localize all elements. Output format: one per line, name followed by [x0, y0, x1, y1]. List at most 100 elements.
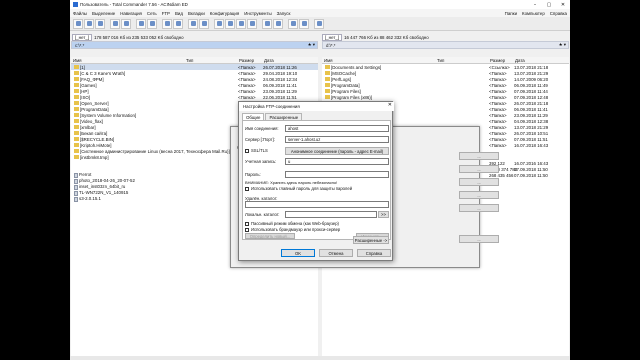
menu-item-right[interactable]: Компьютер — [522, 11, 545, 16]
local-dir-input[interactable] — [285, 211, 377, 218]
connect-side-button[interactable]: ... — [459, 235, 499, 243]
col-ext[interactable]: Тип — [435, 58, 488, 63]
ftp-connect-icon[interactable] — [236, 18, 246, 29]
folder-icon — [74, 89, 79, 94]
file-date: 26.07.2018 21:18 — [514, 100, 549, 106]
file-name: [FAQ_ФРМ] — [74, 77, 104, 82]
rename-icon[interactable] — [225, 18, 235, 29]
connect-side-button[interactable]: ... — [459, 191, 499, 199]
user-input[interactable]: u — [285, 158, 389, 165]
firewall-checkbox[interactable]: Использовать брандмауэр или прокси-серве… — [245, 227, 340, 232]
connect-side-button[interactable]: ... — [459, 178, 499, 186]
file-date: 13.07.2018 21:29 — [514, 124, 549, 130]
search-icon[interactable] — [214, 18, 224, 29]
file-size: <Папка> — [489, 112, 507, 118]
file-size: <Папка> — [489, 88, 507, 94]
menu-item[interactable]: Вкладки — [188, 11, 205, 16]
ftp-disconnect-icon[interactable] — [247, 18, 257, 29]
pack-icon[interactable] — [188, 18, 198, 29]
menu-item[interactable]: Навигация — [120, 11, 142, 16]
left-drive-select[interactable]: [_нет_] — [72, 33, 93, 41]
master-password-checkbox[interactable]: Использовать главный пароль для защиты п… — [245, 186, 352, 191]
dialog-close-icon[interactable]: ✕ — [388, 102, 392, 108]
browse-local-button[interactable]: >> — [378, 211, 389, 218]
thumbnail-icon[interactable] — [121, 18, 131, 29]
file-date: 07.09.2018 11:50 — [514, 172, 548, 178]
right-history-icon[interactable]: ★ ▾ — [559, 42, 566, 48]
right-path-bar[interactable]: d:\*.* ★ ▾ — [322, 41, 569, 49]
cmd-icon[interactable] — [299, 18, 309, 29]
define-new-button[interactable]: Определить новый... — [245, 233, 295, 239]
connect-side-button[interactable]: ... — [459, 204, 499, 212]
tab-advanced[interactable]: Расширенные — [265, 113, 303, 120]
minimize-icon[interactable]: – — [528, 0, 542, 9]
left-history-icon[interactable]: ★ ▾ — [308, 42, 315, 48]
menu-item[interactable]: FTP — [162, 11, 170, 16]
right-drive-select[interactable]: [_нет_] — [322, 33, 343, 41]
tab-general[interactable]: Общие — [242, 113, 265, 120]
file-name: [Program Files] — [325, 89, 361, 94]
connection-name-input[interactable]: ahost — [285, 125, 389, 132]
menu-item[interactable]: Запуск — [277, 11, 291, 16]
file-date: 07.09.2018 11:51 — [514, 136, 548, 142]
col-date[interactable]: Дата — [262, 58, 274, 63]
password-input[interactable] — [285, 171, 389, 178]
advanced-button[interactable]: Расширенные -> — [353, 236, 389, 244]
ok-button[interactable]: OK — [281, 249, 315, 257]
col-date[interactable]: Дата — [513, 58, 525, 63]
col-size[interactable]: Размер — [237, 58, 262, 63]
unpack-icon[interactable] — [199, 18, 209, 29]
server-input[interactable]: server-1.ahost.uz — [285, 136, 389, 143]
col-ext[interactable]: Тип — [184, 58, 237, 63]
forward-icon[interactable] — [173, 18, 183, 29]
col-name[interactable]: Имя — [322, 58, 435, 63]
list-view-icon[interactable] — [84, 18, 94, 29]
anonymous-button[interactable]: Анонимное соединение (пароль - адрес E-m… — [285, 147, 389, 155]
connect-side-button[interactable]: ... — [459, 152, 499, 160]
col-name[interactable]: Имя — [71, 58, 184, 63]
config-icon[interactable] — [314, 18, 324, 29]
detail-view-icon[interactable] — [95, 18, 105, 29]
remote-dir-input[interactable] — [245, 201, 389, 208]
title-bar: Пользователь - Total Commander 7.56 - AC… — [70, 0, 570, 9]
file-date: 26.07.2018 11:26 — [263, 64, 297, 70]
file-name: [Системное администрирование Linux (весн… — [74, 149, 230, 154]
file-name-text: Р.errot — [79, 172, 92, 178]
checkbox-icon — [245, 148, 249, 153]
cancel-button[interactable]: Отмена — [319, 249, 353, 257]
file-name-text: [ProgramData] — [80, 106, 109, 112]
folder-icon — [74, 125, 79, 130]
menu-item[interactable]: Конфигурация — [210, 11, 239, 16]
help-button[interactable]: Справка — [357, 249, 391, 257]
menu-item[interactable]: Сеть — [147, 11, 157, 16]
master-password-label: Использовать главный пароль для защиты п… — [251, 186, 353, 191]
back-icon[interactable] — [162, 18, 172, 29]
menu-item-right[interactable]: Папки — [505, 11, 517, 16]
file-name-text: [Documents and Settings] — [331, 64, 382, 70]
file-size: <Папка> — [489, 106, 507, 112]
notepad-icon[interactable] — [288, 18, 298, 29]
select-icon[interactable] — [136, 18, 146, 29]
menu-item[interactable]: Вид — [175, 11, 183, 16]
ssl-checkbox[interactable]: SSL/TLS — [245, 148, 268, 153]
file-date: 13.07.2018 21:29 — [514, 70, 549, 76]
close-icon[interactable]: ✕ — [556, 0, 570, 9]
passive-mode-checkbox[interactable]: Пассивный режим обмена (как Web-браузер) — [245, 221, 339, 226]
toolbar-separator — [210, 19, 213, 29]
col-size[interactable]: Размер — [488, 58, 513, 63]
menu-item[interactable]: Выделение — [92, 11, 115, 16]
file-date: 29.04.2018 19:10 — [263, 70, 298, 76]
left-path-bar[interactable]: c:\*.* ★ ▾ — [71, 41, 318, 49]
connect-side-button[interactable]: ... — [459, 165, 499, 173]
menu-item[interactable]: Инструменты — [244, 11, 271, 16]
refresh-icon[interactable] — [73, 18, 83, 29]
menu-item[interactable]: Файлы — [73, 11, 87, 16]
folder-icon — [74, 155, 79, 160]
compare-icon[interactable] — [273, 18, 283, 29]
toolbar-separator — [106, 19, 109, 29]
menu-item-right[interactable]: Справка — [550, 11, 567, 16]
tree-icon[interactable] — [110, 18, 120, 29]
maximize-icon[interactable]: ▢ — [542, 0, 556, 9]
sync-icon[interactable] — [262, 18, 272, 29]
invert-icon[interactable] — [147, 18, 157, 29]
